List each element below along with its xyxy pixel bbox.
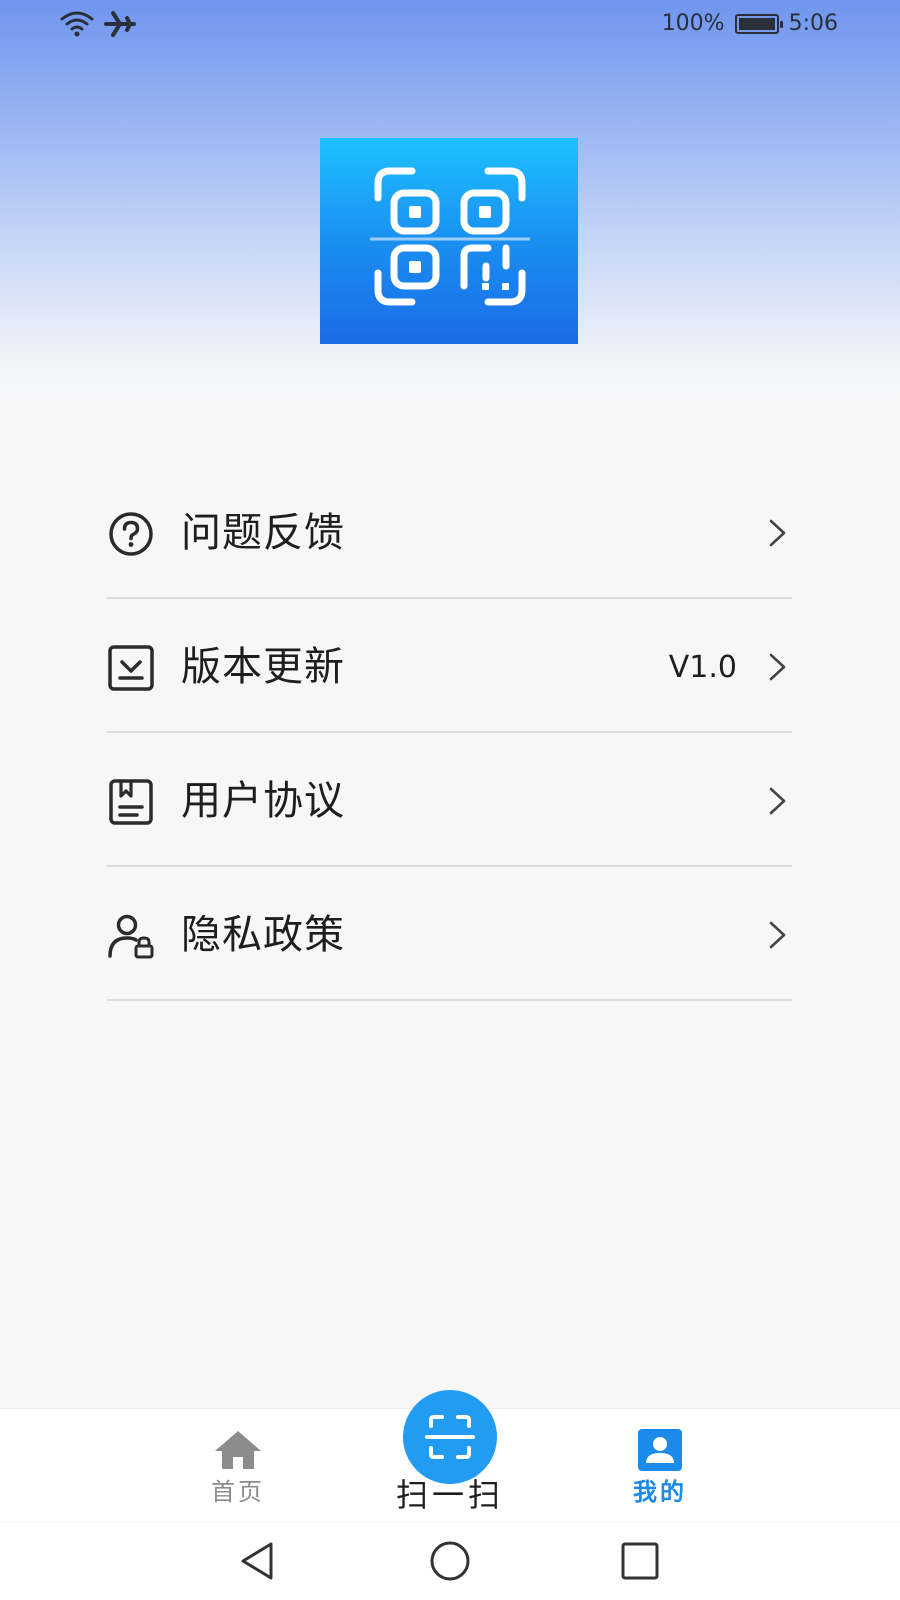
help-circle-icon bbox=[109, 512, 153, 556]
status-right: 100% 5:06 bbox=[662, 11, 838, 36]
profile-screen: 100% 5:06 问题反馈 版本更新 V1.0 用户协议 隐私政策 首页 我的… bbox=[0, 0, 900, 1600]
status-left bbox=[60, 10, 136, 38]
tab-mine-label: 我的 bbox=[633, 1478, 687, 1506]
battery-percent: 100% bbox=[661, 11, 725, 36]
menu-item-version-update[interactable]: 版本更新 V1.0 bbox=[107, 599, 792, 733]
qr-code-scan-logo bbox=[320, 138, 578, 344]
scan-button[interactable] bbox=[403, 1390, 497, 1484]
menu-item-user-agreement[interactable]: 用户协议 bbox=[107, 733, 792, 867]
version-value: V1.0 bbox=[668, 650, 737, 685]
wifi-icon bbox=[60, 11, 94, 37]
chevron-right-icon bbox=[769, 653, 786, 681]
home-circle-icon[interactable] bbox=[425, 1536, 475, 1586]
menu-item-label: 问题反馈 bbox=[181, 510, 345, 556]
tab-home-label: 首页 bbox=[211, 1478, 265, 1506]
scan-frame-icon bbox=[425, 1415, 475, 1459]
home-icon bbox=[215, 1431, 261, 1469]
status-bar: 100% 5:06 bbox=[0, 0, 900, 50]
back-icon[interactable] bbox=[233, 1536, 283, 1586]
system-navigation-bar bbox=[0, 1522, 900, 1600]
menu-item-feedback[interactable]: 问题反馈 bbox=[107, 465, 792, 599]
download-box-icon bbox=[108, 645, 154, 691]
chevron-right-icon bbox=[769, 519, 786, 547]
airplane-mode-icon bbox=[104, 11, 136, 37]
document-icon bbox=[109, 779, 153, 825]
battery-charging-icon bbox=[734, 13, 783, 34]
menu-item-label: 版本更新 bbox=[181, 644, 345, 690]
scan-label[interactable]: 扫一扫 bbox=[350, 1475, 550, 1515]
clock: 5:06 bbox=[788, 11, 838, 36]
menu-item-label: 隐私政策 bbox=[181, 912, 345, 958]
chevron-right-icon bbox=[769, 921, 786, 949]
user-lock-icon bbox=[108, 914, 154, 959]
user-profile-icon bbox=[638, 1429, 682, 1471]
menu-item-privacy-policy[interactable]: 隐私政策 bbox=[107, 867, 792, 1001]
menu-item-label: 用户协议 bbox=[181, 778, 345, 824]
settings-menu: 问题反馈 版本更新 V1.0 用户协议 隐私政策 bbox=[107, 465, 792, 1001]
recent-apps-icon[interactable] bbox=[615, 1536, 665, 1586]
chevron-right-icon bbox=[769, 787, 786, 815]
tab-mine[interactable]: 我的 bbox=[600, 1429, 720, 1507]
tab-home[interactable]: 首页 bbox=[178, 1429, 298, 1507]
